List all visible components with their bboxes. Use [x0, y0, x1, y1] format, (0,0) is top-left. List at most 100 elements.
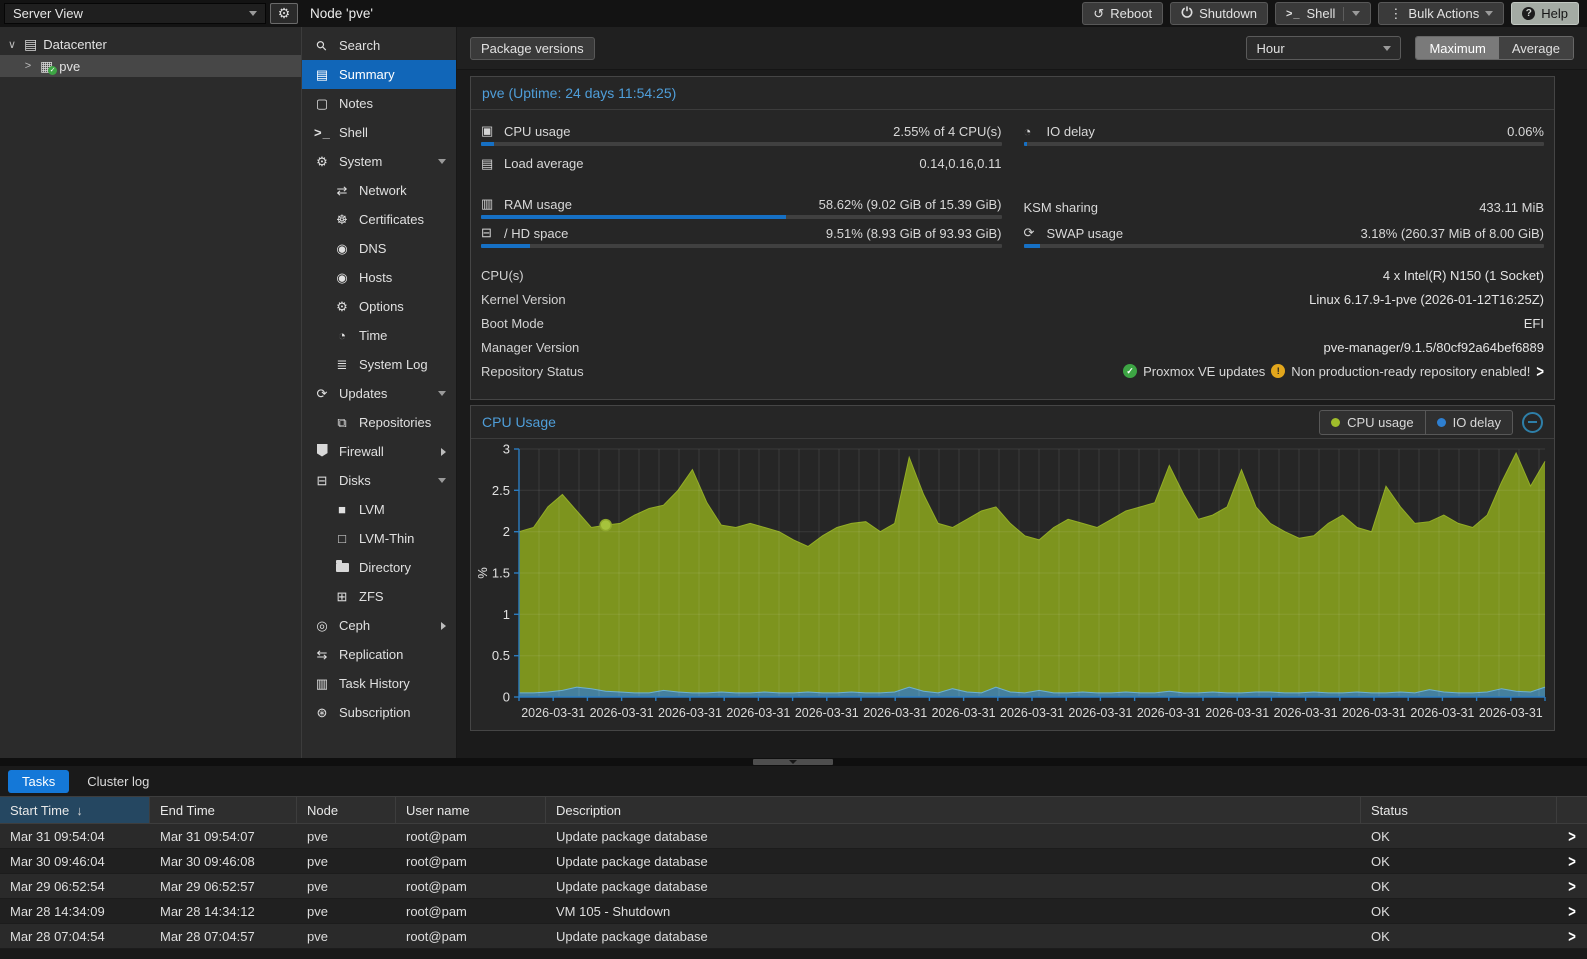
- globe-icon: ◉: [336, 240, 348, 256]
- chevron-down-icon[interactable]: [438, 391, 446, 396]
- chevron-right-icon[interactable]: >: [1568, 902, 1576, 921]
- menu-item-lvm[interactable]: ■ LVM: [302, 495, 456, 524]
- svg-text:3: 3: [503, 442, 510, 457]
- menu-item-label: Subscription: [339, 705, 411, 720]
- table-row[interactable]: Mar 29 06:52:54 Mar 29 06:52:57 pve root@pa…: [0, 874, 1587, 899]
- repo-warning-text: Non production-ready repository enabled!: [1291, 363, 1531, 379]
- io-delay-gauge: ◔ IO delay 0.06%: [1023, 120, 1544, 149]
- menu-item-label: Network: [359, 183, 407, 198]
- column-header-start-time[interactable]: Start Time ↓: [0, 797, 150, 823]
- svg-text:0.5: 0.5: [492, 648, 510, 663]
- question-icon: ?: [1522, 7, 1536, 20]
- tasks-header-row: Start Time ↓ End Time Node User name Desc…: [0, 796, 1587, 824]
- legend-item-io[interactable]: IO delay: [1424, 410, 1512, 434]
- average-toggle-button[interactable]: Average: [1498, 37, 1573, 59]
- collapse-caret-icon[interactable]: ∨: [6, 38, 18, 51]
- cell-status: OK: [1371, 903, 1390, 919]
- undo-zoom-icon[interactable]: [1522, 411, 1543, 433]
- svg-text:2026-03-31: 2026-03-31: [1410, 706, 1474, 720]
- chevron-right-icon[interactable]: >: [1568, 852, 1576, 871]
- package-versions-button[interactable]: Package versions: [470, 36, 595, 60]
- tab-tasks[interactable]: Tasks: [8, 769, 70, 793]
- tree-item-pve[interactable]: > ▦ ✓ pve: [0, 55, 301, 77]
- menu-item-dns[interactable]: ◉ DNS: [302, 234, 456, 263]
- view-settings-button[interactable]: ⚙: [270, 3, 298, 24]
- menu-item-label: Search: [339, 38, 381, 53]
- menu-item-disks[interactable]: ⊟ Disks: [302, 466, 456, 495]
- menu-item-network[interactable]: ⇄ Network: [302, 176, 456, 205]
- table-row[interactable]: Mar 28 14:34:09 Mar 28 14:34:12 pve root@pa…: [0, 899, 1587, 924]
- menu-item-replication[interactable]: ⇆ Replication: [302, 640, 456, 669]
- menu-item-options[interactable]: ⚙ Options: [302, 292, 456, 321]
- reboot-icon: ↺: [1093, 6, 1105, 21]
- chevron-right-icon[interactable]: [441, 621, 446, 630]
- table-row[interactable]: Mar 28 07:04:54 Mar 28 07:04:57 pve root@pa…: [0, 924, 1587, 949]
- column-header-description[interactable]: Description: [546, 797, 1361, 823]
- chevron-right-icon[interactable]: >: [1568, 877, 1576, 896]
- menu-item-repositories[interactable]: ⧉ Repositories: [302, 408, 456, 437]
- menu-item-time[interactable]: ◔ Time: [302, 321, 456, 350]
- server-view-select[interactable]: Server View: [4, 3, 266, 24]
- chevron-down-icon[interactable]: [438, 478, 446, 483]
- maximum-toggle-button[interactable]: Maximum: [1416, 37, 1499, 59]
- square-outline-icon: □: [338, 531, 346, 546]
- reboot-button[interactable]: ↺ Reboot: [1082, 2, 1164, 25]
- cpu-usage-gauge: ▣ CPU usage 2.55% of 4 CPU(s): [481, 120, 1002, 149]
- menu-item-task-history[interactable]: ▥ Task History: [302, 669, 456, 698]
- cell-status: OK: [1371, 878, 1390, 894]
- menu-item-notes[interactable]: ▢ Notes: [302, 89, 456, 118]
- collapse-handle-icon[interactable]: [753, 759, 833, 765]
- gear-icon: ⚙: [336, 298, 348, 314]
- tree-item-datacenter[interactable]: ∨ ▤ Datacenter: [0, 33, 301, 55]
- table-row[interactable]: Mar 31 09:54:04 Mar 31 09:54:07 pve root@pa…: [0, 824, 1587, 849]
- shell-button[interactable]: >_ Shell: [1274, 2, 1372, 25]
- menu-item-updates[interactable]: ⟳ Updates: [302, 379, 456, 408]
- menu-item-subscription[interactable]: ⊛ Subscription: [302, 698, 456, 727]
- warning-circle-icon: !: [1271, 364, 1286, 378]
- cpu-usage-chart[interactable]: 0 0.5 1 1.5 2 2.5 3% 2026-03-31 2026-03-31 2026-0…: [471, 439, 1554, 730]
- bulk-actions-button[interactable]: ⋮ Bulk Actions: [1378, 2, 1505, 25]
- menu-item-directory[interactable]: Directory: [302, 553, 456, 582]
- cell-node: pve: [307, 828, 328, 844]
- menu-item-summary[interactable]: ▤ Summary: [302, 60, 456, 89]
- menu-item-label: Summary: [339, 67, 395, 82]
- shield-icon: [314, 443, 330, 460]
- menu-item-ceph[interactable]: ◎ Ceph: [302, 611, 456, 640]
- globe-icon: ◉: [336, 269, 348, 285]
- column-header-node[interactable]: Node: [297, 797, 396, 823]
- help-button[interactable]: ? Help: [1511, 2, 1579, 25]
- menu-item-search[interactable]: ⚲ Search: [302, 31, 456, 60]
- svg-text:2026-03-31: 2026-03-31: [795, 706, 859, 720]
- menu-item-system-log[interactable]: ≣ System Log: [302, 350, 456, 379]
- timeframe-select[interactable]: Hour: [1246, 36, 1402, 60]
- table-row[interactable]: Mar 30 09:46:04 Mar 30 09:46:08 pve root@pa…: [0, 849, 1587, 874]
- column-header-status[interactable]: Status: [1361, 797, 1557, 823]
- svg-text:%: %: [475, 567, 490, 579]
- menu-item-firewall[interactable]: Firewall: [302, 437, 456, 466]
- cell-start: Mar 30 09:46:04: [10, 853, 105, 869]
- chevron-right-icon[interactable]: >: [1568, 927, 1576, 946]
- menu-item-hosts[interactable]: ◉ Hosts: [302, 263, 456, 292]
- menu-item-shell[interactable]: >_ Shell: [302, 118, 456, 147]
- column-header-user-name[interactable]: User name: [396, 797, 546, 823]
- menu-item-system[interactable]: ⚙ System: [302, 147, 456, 176]
- chevron-down-icon[interactable]: [438, 159, 446, 164]
- legend-item-cpu[interactable]: CPU usage: [1320, 411, 1424, 434]
- chevron-right-icon[interactable]: [441, 447, 446, 456]
- chevron-right-icon[interactable]: >: [1568, 827, 1576, 846]
- expand-caret-icon[interactable]: >: [22, 60, 34, 72]
- replication-icon: ⇆: [316, 646, 328, 662]
- shutdown-button[interactable]: Shutdown: [1170, 2, 1268, 25]
- ksm-sharing-row: KSM sharing 433.11 MiB: [1023, 200, 1545, 215]
- menu-item-lvm-thin[interactable]: □ LVM-Thin: [302, 524, 456, 553]
- status-panel: pve (Uptime: 24 days 11:54:25) ▣ CPU usa…: [470, 76, 1555, 400]
- panel-splitter[interactable]: [0, 758, 1587, 766]
- menu-item-certificates[interactable]: ☸ Certificates: [302, 205, 456, 234]
- menu-item-zfs[interactable]: ⊞ ZFS: [302, 582, 456, 611]
- chevron-right-icon[interactable]: >: [1536, 362, 1544, 381]
- cell-user: root@pam: [406, 903, 467, 919]
- column-header-end-time[interactable]: End Time: [150, 797, 297, 823]
- tab-cluster-log[interactable]: Cluster log: [75, 770, 161, 793]
- svg-text:2026-03-31: 2026-03-31: [521, 706, 585, 720]
- menu-item-label: Updates: [339, 386, 388, 401]
